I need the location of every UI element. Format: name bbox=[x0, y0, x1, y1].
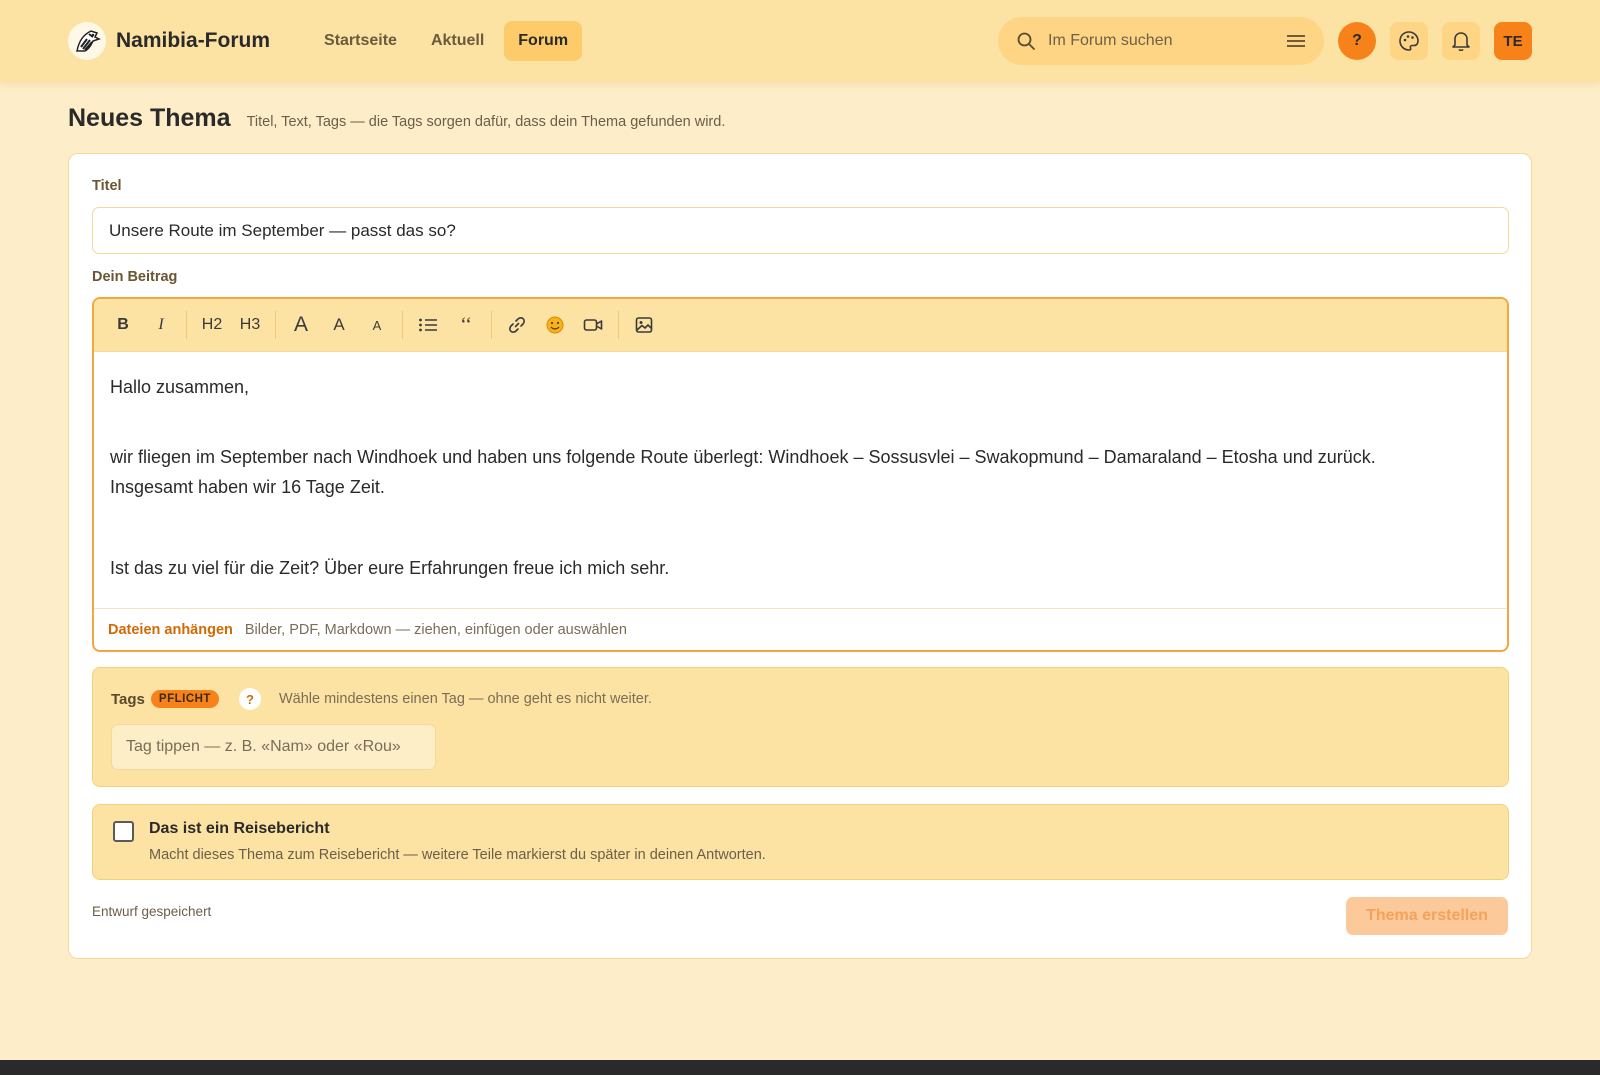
h2-button[interactable]: H2 bbox=[193, 308, 231, 342]
tags-label: Tags bbox=[111, 690, 145, 708]
editor-toolbar: B I H2 H3 A A A ‘‘ bbox=[94, 299, 1507, 352]
search-icon bbox=[1017, 32, 1035, 50]
body-line: Insgesamt haben wir 16 Tage Zeit. bbox=[110, 477, 385, 497]
create-topic-label: Thema erstellen bbox=[1366, 907, 1488, 924]
top-navigation-bar: Namibia-Forum Startseite Aktuell Forum I… bbox=[0, 0, 1600, 82]
tags-section: Tags PFLICHT ? Wähle mindestens einen Ta… bbox=[92, 667, 1509, 787]
attach-hint: Bilder, PDF, Markdown — ziehen, einfügen… bbox=[244, 621, 627, 638]
menu-lines-icon[interactable] bbox=[1286, 33, 1306, 49]
travel-report-description: Macht dieses Thema zum Reisebericht — we… bbox=[149, 847, 766, 863]
travel-report-option: Das ist ein Reisebericht Macht dieses Th… bbox=[92, 804, 1509, 880]
toolbar-divider bbox=[186, 311, 187, 339]
body-label: Dein Beitrag bbox=[92, 269, 178, 285]
image-button[interactable] bbox=[625, 308, 663, 342]
attachment-bar: Dateien anhängen Bilder, PDF, Markdown —… bbox=[94, 608, 1507, 650]
main-nav: Startseite Aktuell Forum bbox=[310, 21, 583, 61]
video-icon bbox=[583, 319, 603, 331]
tags-header: Tags PFLICHT ? Wähle mindestens einen Ta… bbox=[111, 688, 652, 710]
body-line: Ist das zu viel für die Zeit? Über eure … bbox=[110, 558, 670, 578]
attach-files-link[interactable]: Dateien anhängen bbox=[108, 622, 233, 638]
h3-button[interactable]: H3 bbox=[231, 308, 269, 342]
nav-startseite[interactable]: Startseite bbox=[310, 21, 411, 61]
tag-input[interactable]: Tag tippen — z. B. «Nam» oder «Rou» bbox=[111, 724, 436, 770]
avatar-initials: TE bbox=[1503, 32, 1523, 50]
body-line: wir fliegen im September nach Windhoek u… bbox=[110, 447, 1376, 467]
emoji-icon bbox=[546, 316, 564, 334]
link-icon bbox=[509, 317, 525, 333]
quote-button[interactable]: ‘‘ bbox=[447, 308, 485, 342]
tag-input-placeholder: Tag tippen — z. B. «Nam» oder «Rou» bbox=[126, 738, 401, 755]
palette-icon bbox=[1399, 31, 1419, 51]
quote-icon: ‘‘ bbox=[460, 313, 472, 336]
bold-button[interactable]: B bbox=[104, 308, 142, 342]
travel-report-checkbox[interactable] bbox=[113, 821, 134, 842]
toolbar-divider bbox=[618, 311, 619, 339]
page-subtitle: Titel, Text, Tags — die Tags sorgen dafü… bbox=[246, 114, 726, 130]
font-large-button[interactable]: A bbox=[282, 308, 320, 342]
notifications-button[interactable] bbox=[1442, 22, 1480, 60]
body-line: Hallo zusammen, bbox=[110, 377, 250, 397]
bell-icon bbox=[1452, 32, 1470, 52]
footer-bar bbox=[0, 1060, 1600, 1075]
image-icon bbox=[635, 317, 653, 333]
emoji-button[interactable] bbox=[536, 308, 574, 342]
toolbar-divider bbox=[491, 311, 492, 339]
tags-help-icon[interactable]: ? bbox=[238, 688, 261, 710]
required-badge: PFLICHT bbox=[150, 690, 219, 708]
toolbar-divider bbox=[275, 311, 276, 339]
brand-name: Namibia-Forum bbox=[116, 29, 271, 52]
title-input[interactable]: Unsere Route im September — passt das so… bbox=[92, 207, 1509, 254]
toolbar-divider bbox=[402, 311, 403, 339]
theme-button[interactable] bbox=[1390, 22, 1428, 60]
search-input[interactable]: Im Forum suchen bbox=[998, 17, 1324, 65]
new-topic-form: Titel Unsere Route im September — passt … bbox=[68, 153, 1532, 959]
tags-hint: Wähle mindestens einen Tag — ohne geht e… bbox=[278, 691, 652, 707]
title-value: Unsere Route im September — passt das so… bbox=[109, 220, 456, 240]
page-heading: Neues Thema Titel, Text, Tags — die Tags… bbox=[68, 104, 725, 133]
zebra-logo-icon bbox=[68, 22, 106, 60]
page-title: Neues Thema bbox=[68, 104, 231, 132]
help-icon: ? bbox=[1352, 32, 1362, 49]
font-small-button[interactable]: A bbox=[358, 308, 396, 342]
bullet-list-button[interactable] bbox=[409, 308, 447, 342]
editor-content[interactable]: Hallo zusammen, wir fliegen im September… bbox=[94, 352, 1507, 608]
nav-forum[interactable]: Forum bbox=[504, 21, 583, 61]
font-medium-button[interactable]: A bbox=[320, 308, 358, 342]
brand[interactable]: Namibia-Forum bbox=[68, 22, 270, 60]
help-button[interactable]: ? bbox=[1338, 22, 1376, 60]
post-editor[interactable]: B I H2 H3 A A A ‘‘ Hallo zusammen, wir f… bbox=[92, 297, 1509, 652]
create-topic-button[interactable]: Thema erstellen bbox=[1346, 897, 1508, 935]
draft-status: Entwurf gespeichert bbox=[92, 904, 212, 919]
link-button[interactable] bbox=[498, 308, 536, 342]
italic-button[interactable]: I bbox=[142, 308, 180, 342]
title-label: Titel bbox=[92, 178, 122, 194]
list-icon bbox=[419, 318, 437, 332]
nav-aktuell[interactable]: Aktuell bbox=[417, 21, 498, 61]
travel-report-title[interactable]: Das ist ein Reisebericht bbox=[149, 820, 330, 838]
avatar[interactable]: TE bbox=[1494, 22, 1532, 60]
video-button[interactable] bbox=[574, 308, 612, 342]
search-placeholder: Im Forum suchen bbox=[1048, 32, 1173, 49]
